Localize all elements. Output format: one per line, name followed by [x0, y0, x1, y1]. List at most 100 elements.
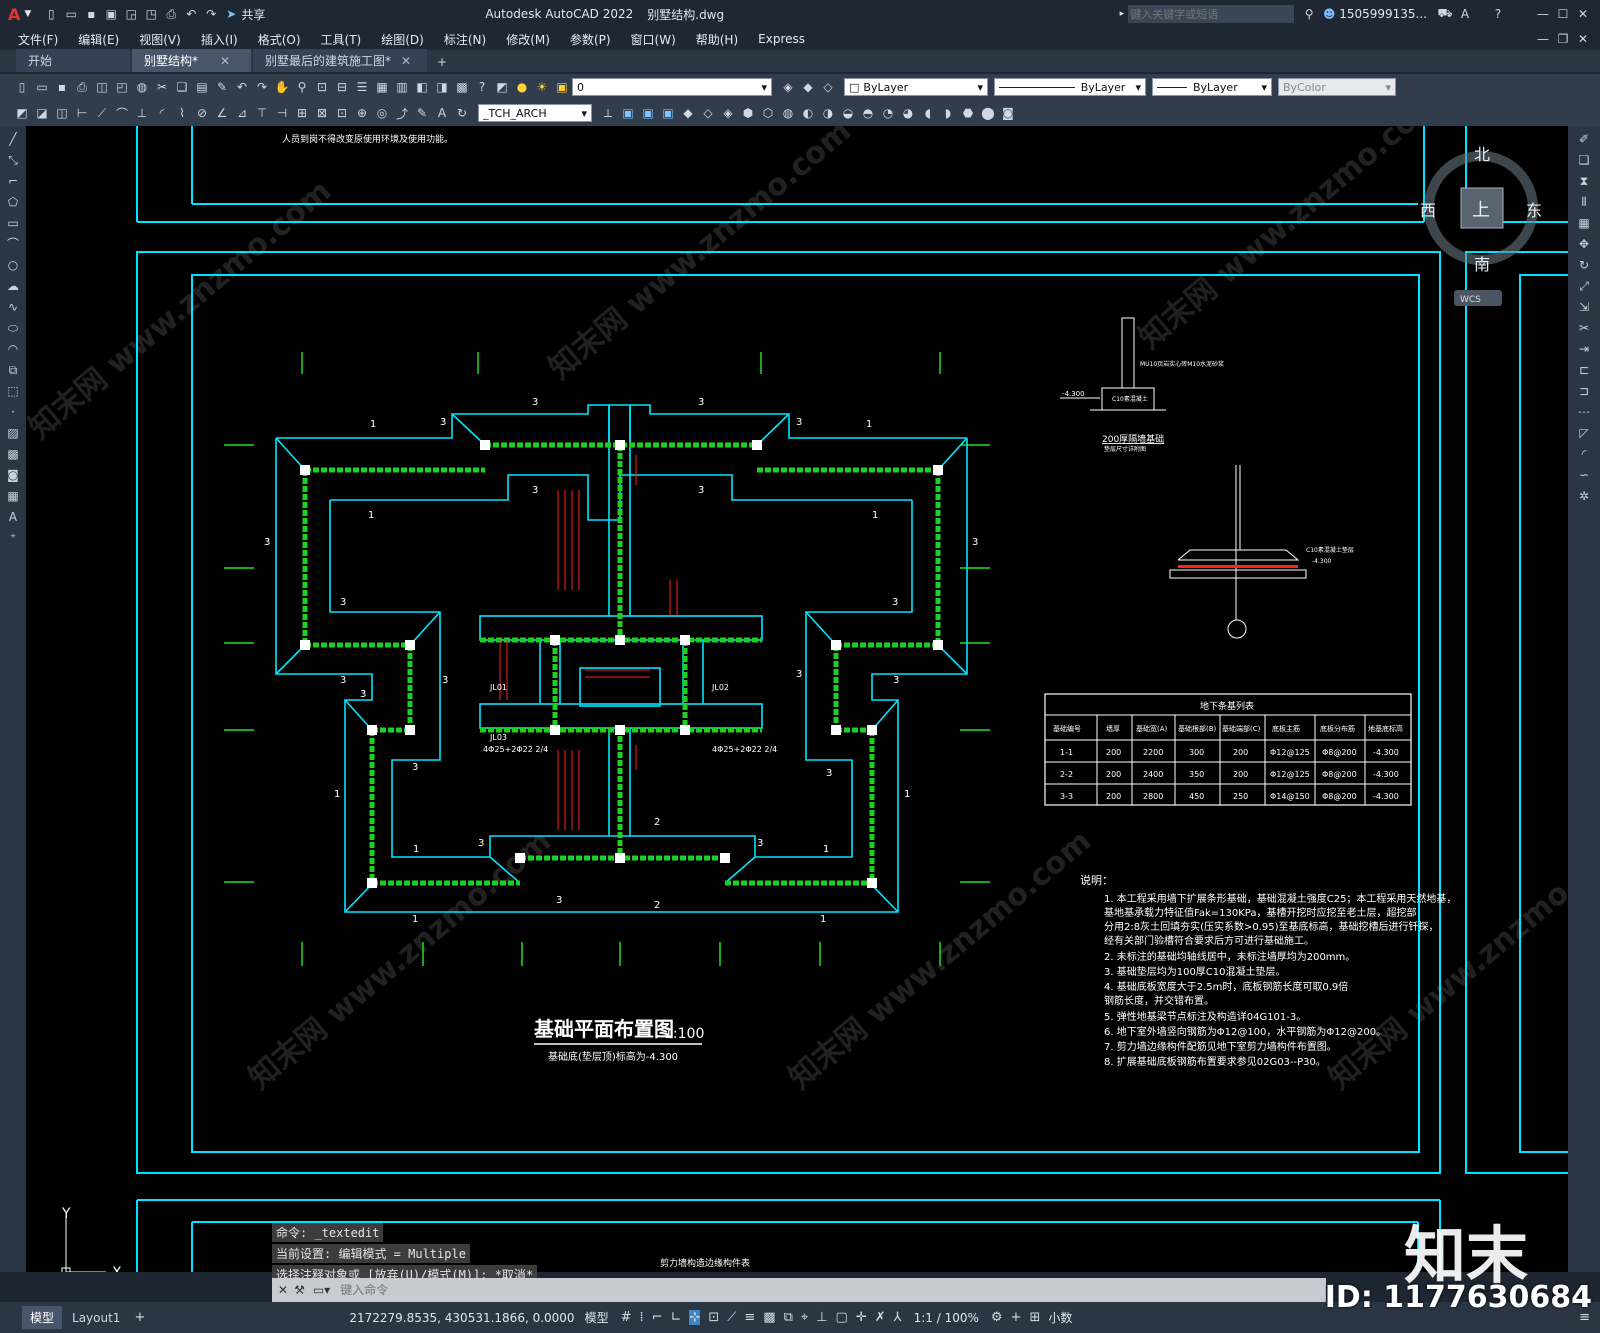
- plus-icon[interactable]: +: [1011, 1310, 1022, 1325]
- tool-icon[interactable]: ◩: [13, 104, 31, 122]
- 3d-shape-icon[interactable]: ◔: [879, 104, 897, 122]
- search-icon[interactable]: ⚲: [1300, 5, 1318, 23]
- point-icon[interactable]: ·: [5, 404, 21, 420]
- ordinate-icon[interactable]: ⊥: [133, 104, 151, 122]
- pan-icon[interactable]: ✋: [273, 78, 291, 96]
- sheet-set-icon[interactable]: ◧: [413, 78, 431, 96]
- rectangle-icon[interactable]: ▭: [5, 215, 21, 231]
- layout-tab-model[interactable]: 模型: [22, 1306, 63, 1329]
- make-block-icon[interactable]: ⬚: [5, 383, 21, 399]
- 3d-shape-icon[interactable]: ◈: [719, 104, 737, 122]
- publish-icon[interactable]: ◰: [113, 78, 131, 96]
- save-web-icon[interactable]: ◳: [142, 5, 160, 23]
- infer-icon[interactable]: ⌐: [652, 1310, 663, 1325]
- dim-edit-icon[interactable]: ✎: [413, 104, 431, 122]
- tool-icon[interactable]: ◪: [33, 104, 51, 122]
- 3d-box-icon[interactable]: ▣: [659, 104, 677, 122]
- table-icon[interactable]: ▦: [5, 488, 21, 504]
- gizmo-icon[interactable]: ✛: [856, 1310, 867, 1325]
- doc-close-icon[interactable]: ✕: [1574, 30, 1592, 48]
- dim-text-edit-icon[interactable]: A: [433, 104, 451, 122]
- tab-close-icon[interactable]: ✕: [220, 54, 230, 68]
- menu-tools[interactable]: 工具(T): [311, 31, 372, 48]
- zoom-previous-icon[interactable]: ⊟: [333, 78, 351, 96]
- preview-icon[interactable]: ◫: [93, 78, 111, 96]
- osnap-icon[interactable]: ⊡: [708, 1310, 719, 1325]
- minimize-icon[interactable]: —: [1534, 5, 1552, 23]
- annotation-scale[interactable]: 1:1 / 100%: [914, 1311, 979, 1325]
- mtext-icon[interactable]: A: [5, 509, 21, 525]
- 3d-shape-icon[interactable]: ◓: [859, 104, 877, 122]
- close-icon[interactable]: ✕: [1574, 5, 1592, 23]
- recent-commands-icon[interactable]: ▭▾: [313, 1283, 330, 1297]
- cart-icon[interactable]: ⛟: [1436, 5, 1454, 23]
- command-line[interactable]: ✕ ⚒ ▭▾: [272, 1278, 1326, 1302]
- 3d-shape-icon[interactable]: ◐: [799, 104, 817, 122]
- viewcube-north[interactable]: 北: [1474, 145, 1490, 164]
- offset-icon[interactable]: ⫴: [1576, 194, 1592, 210]
- 3d-shape-icon[interactable]: ⬡: [759, 104, 777, 122]
- doc-restore-icon[interactable]: ❐: [1554, 30, 1572, 48]
- save-icon[interactable]: ▪: [82, 5, 100, 23]
- viewcube-west[interactable]: 西: [1420, 201, 1436, 220]
- explode-icon[interactable]: ✲: [1576, 488, 1592, 504]
- units-icon[interactable]: ⊞: [1029, 1310, 1040, 1325]
- design-center-icon[interactable]: ▦: [373, 78, 391, 96]
- otrack-icon[interactable]: ⟋: [727, 1310, 736, 1325]
- menu-view[interactable]: 视图(V): [129, 31, 191, 48]
- share-icon[interactable]: ➤: [222, 5, 240, 23]
- tool-palettes-icon[interactable]: ▥: [393, 78, 411, 96]
- layer-previous-icon[interactable]: ◈: [779, 78, 797, 96]
- ellipse-arc-icon[interactable]: ◠: [5, 341, 21, 357]
- customize-command-icon[interactable]: ⚒: [294, 1283, 305, 1297]
- quick-dim-icon[interactable]: ⊿: [233, 104, 251, 122]
- trim-icon[interactable]: ✂: [1576, 320, 1592, 336]
- 3d-osnap-icon[interactable]: ⌖: [801, 1310, 808, 1325]
- qnew-icon[interactable]: ▯: [13, 78, 31, 96]
- viewcube-east[interactable]: 东: [1526, 201, 1542, 220]
- color-dropdown[interactable]: □ ByLayer ▾: [844, 78, 988, 96]
- dim-update-icon[interactable]: ↻: [453, 104, 471, 122]
- properties-icon[interactable]: ☰: [353, 78, 371, 96]
- search-caret-icon[interactable]: ▸: [1120, 9, 1125, 19]
- calculator-icon[interactable]: ▩: [453, 78, 471, 96]
- dim-style-icon[interactable]: ⟂: [599, 104, 617, 122]
- line-icon[interactable]: ╱: [5, 131, 21, 147]
- mirror-icon[interactable]: ⧗: [1576, 173, 1592, 189]
- erase-icon[interactable]: ✐: [1576, 131, 1592, 147]
- menu-dimension[interactable]: 标注(N): [434, 31, 496, 48]
- search-input[interactable]: [1128, 5, 1295, 23]
- app-menu-caret-icon[interactable]: ▼: [24, 9, 31, 19]
- move-icon[interactable]: ✥: [1576, 236, 1592, 252]
- construction-line-icon[interactable]: ⤡: [5, 152, 21, 168]
- new-icon[interactable]: ▯: [42, 5, 60, 23]
- join-icon[interactable]: ⋯: [1576, 404, 1592, 420]
- inspect-icon[interactable]: ◎: [373, 104, 391, 122]
- tab-close-icon[interactable]: ✕: [401, 54, 411, 68]
- polar-icon[interactable]: ⊹: [689, 1310, 701, 1325]
- 3d-print-icon[interactable]: ◍: [133, 78, 151, 96]
- tab-villa-arch[interactable]: 别墅最后的建筑施工图* ✕: [253, 49, 427, 72]
- match-prop-icon[interactable]: ✎: [213, 78, 231, 96]
- redo-icon[interactable]: ↷: [202, 5, 220, 23]
- polyline-icon[interactable]: ⌐: [5, 173, 21, 189]
- save-icon[interactable]: ▪: [53, 78, 71, 96]
- linear-dim-icon[interactable]: ⊢: [73, 104, 91, 122]
- snap-icon[interactable]: ⁞: [640, 1310, 644, 1325]
- maximize-icon[interactable]: ☐: [1554, 5, 1572, 23]
- 3d-shape-icon[interactable]: ◍: [779, 104, 797, 122]
- rotate-icon[interactable]: ↻: [1576, 257, 1592, 273]
- circle-icon[interactable]: ○: [5, 257, 21, 273]
- menu-edit[interactable]: 编辑(E): [68, 31, 129, 48]
- blend-icon[interactable]: ∽: [1576, 467, 1592, 483]
- menu-window[interactable]: 窗口(W): [621, 31, 686, 48]
- space-icon[interactable]: ⊞: [293, 104, 311, 122]
- menu-modify[interactable]: 修改(M): [496, 31, 560, 48]
- copy-icon[interactable]: ❏: [173, 78, 191, 96]
- selection-cycling-icon[interactable]: ⧉: [784, 1310, 793, 1325]
- tab-villa-structure[interactable]: 别墅结构* ✕: [132, 49, 251, 72]
- menu-insert[interactable]: 插入(I): [191, 31, 248, 48]
- diameter-icon[interactable]: ⊘: [193, 104, 211, 122]
- zoom-window-icon[interactable]: ⊡: [313, 78, 331, 96]
- baseline-icon[interactable]: ⊤: [253, 104, 271, 122]
